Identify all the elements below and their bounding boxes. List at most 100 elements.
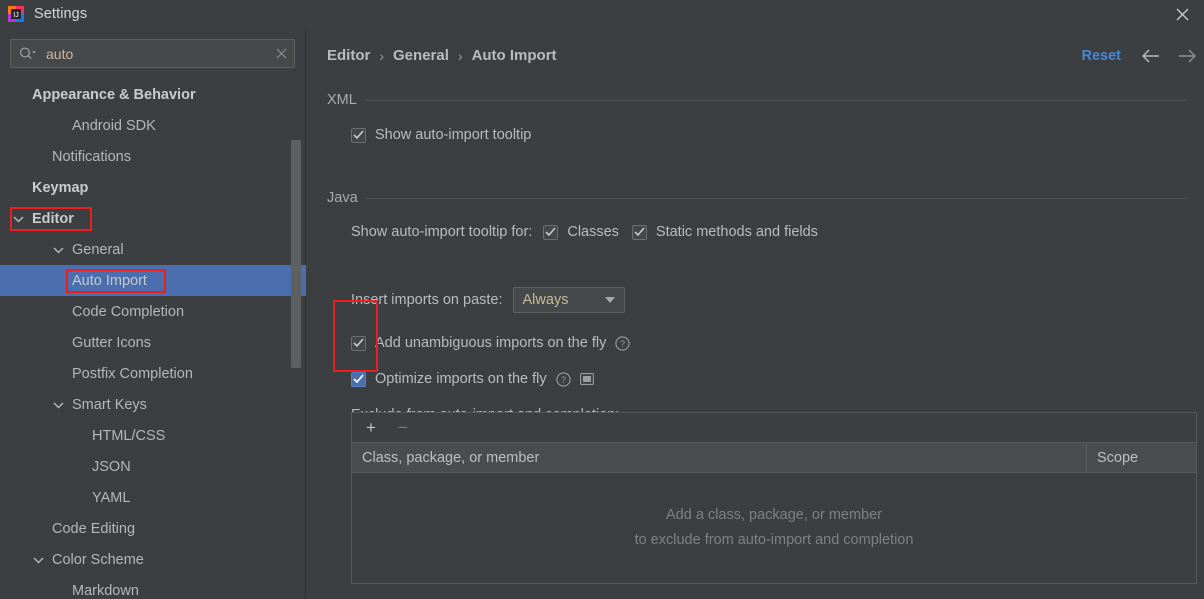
sidebar-item-label: Code Completion — [72, 303, 185, 320]
sidebar-item-gutter-icons[interactable]: Gutter Icons — [0, 327, 306, 358]
empty-state-line-2: to exclude from auto-import and completi… — [634, 532, 914, 548]
checkbox-show-auto-import-tooltip-xml[interactable]: Show auto-import tooltip — [351, 127, 531, 143]
checkbox-label: Add unambiguous imports on the fly — [375, 335, 607, 351]
insert-imports-value: Always — [522, 292, 569, 308]
search-icon[interactable] — [19, 46, 36, 61]
window-titlebar: IJ Settings — [0, 0, 1204, 28]
settings-sidebar: Appearance & Behavior Android SDK Notifica… — [0, 28, 306, 599]
sidebar-item-label: Smart Keys — [72, 396, 147, 413]
sidebar-item-keymap[interactable]: Keymap — [0, 172, 306, 203]
exclude-table: + − Class, package, or member Scope Add … — [351, 412, 1197, 584]
checkbox-label: Show auto-import tooltip — [375, 127, 532, 143]
chevron-down-icon[interactable] — [604, 297, 615, 303]
sidebar-item-general[interactable]: General — [0, 234, 306, 265]
settings-tree[interactable]: Appearance & Behavior Android SDK Notifica… — [0, 79, 306, 599]
sidebar-item-appearance-behavior[interactable]: Appearance & Behavior — [0, 79, 306, 110]
sidebar-scrollbar-thumb[interactable] — [291, 140, 301, 368]
checkbox-add-unambiguous-imports[interactable]: Add unambiguous imports on the fly ? — [351, 335, 630, 351]
sidebar-item-smart-keys[interactable]: Smart Keys — [0, 389, 306, 420]
svg-text:IJ: IJ — [13, 12, 18, 19]
sidebar-item-label: YAML — [92, 489, 131, 506]
sidebar-item-label: Keymap — [32, 179, 89, 196]
sidebar-item-code-completion[interactable]: Code Completion — [0, 296, 306, 327]
section-java-title: Java — [327, 190, 358, 206]
sidebar-item-label: General — [72, 241, 124, 258]
sidebar-item-label: Appearance & Behavior — [32, 86, 196, 103]
show-auto-import-tooltip-for-row: Show auto-import tooltip for: Classes St… — [351, 224, 818, 240]
sidebar-item-label: Postfix Completion — [72, 365, 193, 382]
window-title: Settings — [34, 6, 88, 22]
section-xml: XML — [327, 92, 1187, 108]
sidebar-item-label: Markdown — [72, 582, 139, 599]
sidebar-item-yaml[interactable]: YAML — [0, 482, 306, 513]
checkbox-optimize-imports[interactable]: Optimize imports on the fly ? — [351, 371, 594, 387]
sidebar-item-label: HTML/CSS — [92, 427, 166, 444]
checkbox-classes[interactable] — [543, 224, 559, 240]
breadcrumb: Editor › General › Auto Import — [327, 47, 557, 64]
column-header-scope[interactable]: Scope — [1087, 450, 1196, 466]
sidebar-item-label: JSON — [92, 458, 131, 475]
checkbox-box[interactable] — [351, 371, 366, 387]
checkbox-classes-label: Classes — [567, 224, 619, 240]
arrow-right-icon[interactable] — [1174, 44, 1200, 68]
empty-state-line-1: Add a class, package, or member — [666, 507, 882, 523]
breadcrumb-separator: › — [457, 47, 463, 64]
checkbox-box[interactable] — [351, 127, 366, 143]
sidebar-item-html-css[interactable]: HTML/CSS — [0, 420, 306, 451]
sidebar-item-editor[interactable]: Editor — [0, 203, 306, 234]
chevron-down-icon[interactable] — [52, 244, 64, 256]
svg-text:?: ? — [620, 339, 625, 349]
insert-imports-label: Insert imports on paste: — [351, 292, 503, 308]
breadcrumb-item-editor[interactable]: Editor — [327, 47, 370, 64]
chevron-down-icon[interactable] — [32, 554, 44, 566]
sidebar-item-markdown[interactable]: Markdown — [0, 575, 306, 599]
sidebar-item-auto-import[interactable]: Auto Import — [0, 265, 306, 296]
monitor-icon[interactable] — [579, 373, 594, 385]
sidebar-item-android-sdk[interactable]: Android SDK — [0, 110, 306, 141]
sidebar-item-label: Android SDK — [72, 117, 156, 134]
checkbox-static-methods-and-fields[interactable] — [631, 224, 647, 240]
checkbox-box[interactable] — [351, 335, 366, 351]
sidebar-scrollbar-track[interactable] — [291, 79, 301, 599]
sidebar-item-label: Editor — [32, 210, 74, 227]
add-button[interactable]: + — [364, 419, 378, 436]
sidebar-item-notifications[interactable]: Notifications — [0, 141, 306, 172]
chevron-down-icon[interactable] — [12, 213, 24, 225]
sidebar-item-color-scheme[interactable]: Color Scheme — [0, 544, 306, 575]
exclude-table-toolbar: + − — [352, 413, 1196, 443]
sidebar-item-label: Gutter Icons — [72, 334, 151, 351]
sidebar-item-label: Code Editing — [52, 520, 136, 537]
help-circle-icon[interactable]: ? — [556, 371, 571, 387]
insert-imports-dropdown[interactable]: Always — [512, 287, 625, 313]
checkbox-static-methods-and-fields-label: Static methods and fields — [655, 224, 818, 240]
svg-text:?: ? — [561, 375, 566, 385]
breadcrumb-item-general[interactable]: General — [393, 47, 449, 64]
breadcrumb-item-auto-import: Auto Import — [471, 47, 557, 64]
intellij-idea-logo-icon: IJ — [8, 6, 24, 22]
sidebar-item-postfix-completion[interactable]: Postfix Completion — [0, 358, 306, 389]
section-xml-title: XML — [327, 92, 357, 108]
section-java: Java — [327, 190, 1187, 206]
exclude-table-body[interactable]: Add a class, package, or member to exclu… — [352, 473, 1196, 583]
reset-button[interactable]: Reset — [1082, 48, 1122, 64]
divider — [365, 197, 1187, 199]
search-box[interactable] — [10, 39, 295, 68]
remove-button[interactable]: − — [396, 419, 410, 436]
search-input[interactable] — [46, 45, 268, 62]
exclude-table-header: Class, package, or member Scope — [352, 443, 1196, 473]
chevron-down-icon[interactable] — [52, 399, 64, 411]
insert-imports-on-paste-row: Insert imports on paste: Always — [351, 287, 625, 313]
sidebar-item-json[interactable]: JSON — [0, 451, 306, 482]
sidebar-item-label: Auto Import — [72, 272, 147, 289]
show-tooltip-for-label: Show auto-import tooltip for: — [351, 224, 533, 240]
search-area — [0, 28, 305, 68]
clear-icon[interactable] — [268, 40, 294, 67]
sidebar-item-code-editing[interactable]: Code Editing — [0, 513, 306, 544]
arrow-left-icon[interactable] — [1138, 44, 1164, 68]
help-circle-icon[interactable]: ? — [615, 335, 630, 351]
column-header-class-package-member[interactable]: Class, package, or member — [352, 443, 1087, 472]
close-icon[interactable] — [1160, 0, 1204, 28]
sidebar-item-label: Notifications — [52, 148, 131, 165]
sidebar-item-label: Color Scheme — [52, 551, 144, 568]
checkbox-label: Optimize imports on the fly — [375, 371, 547, 387]
